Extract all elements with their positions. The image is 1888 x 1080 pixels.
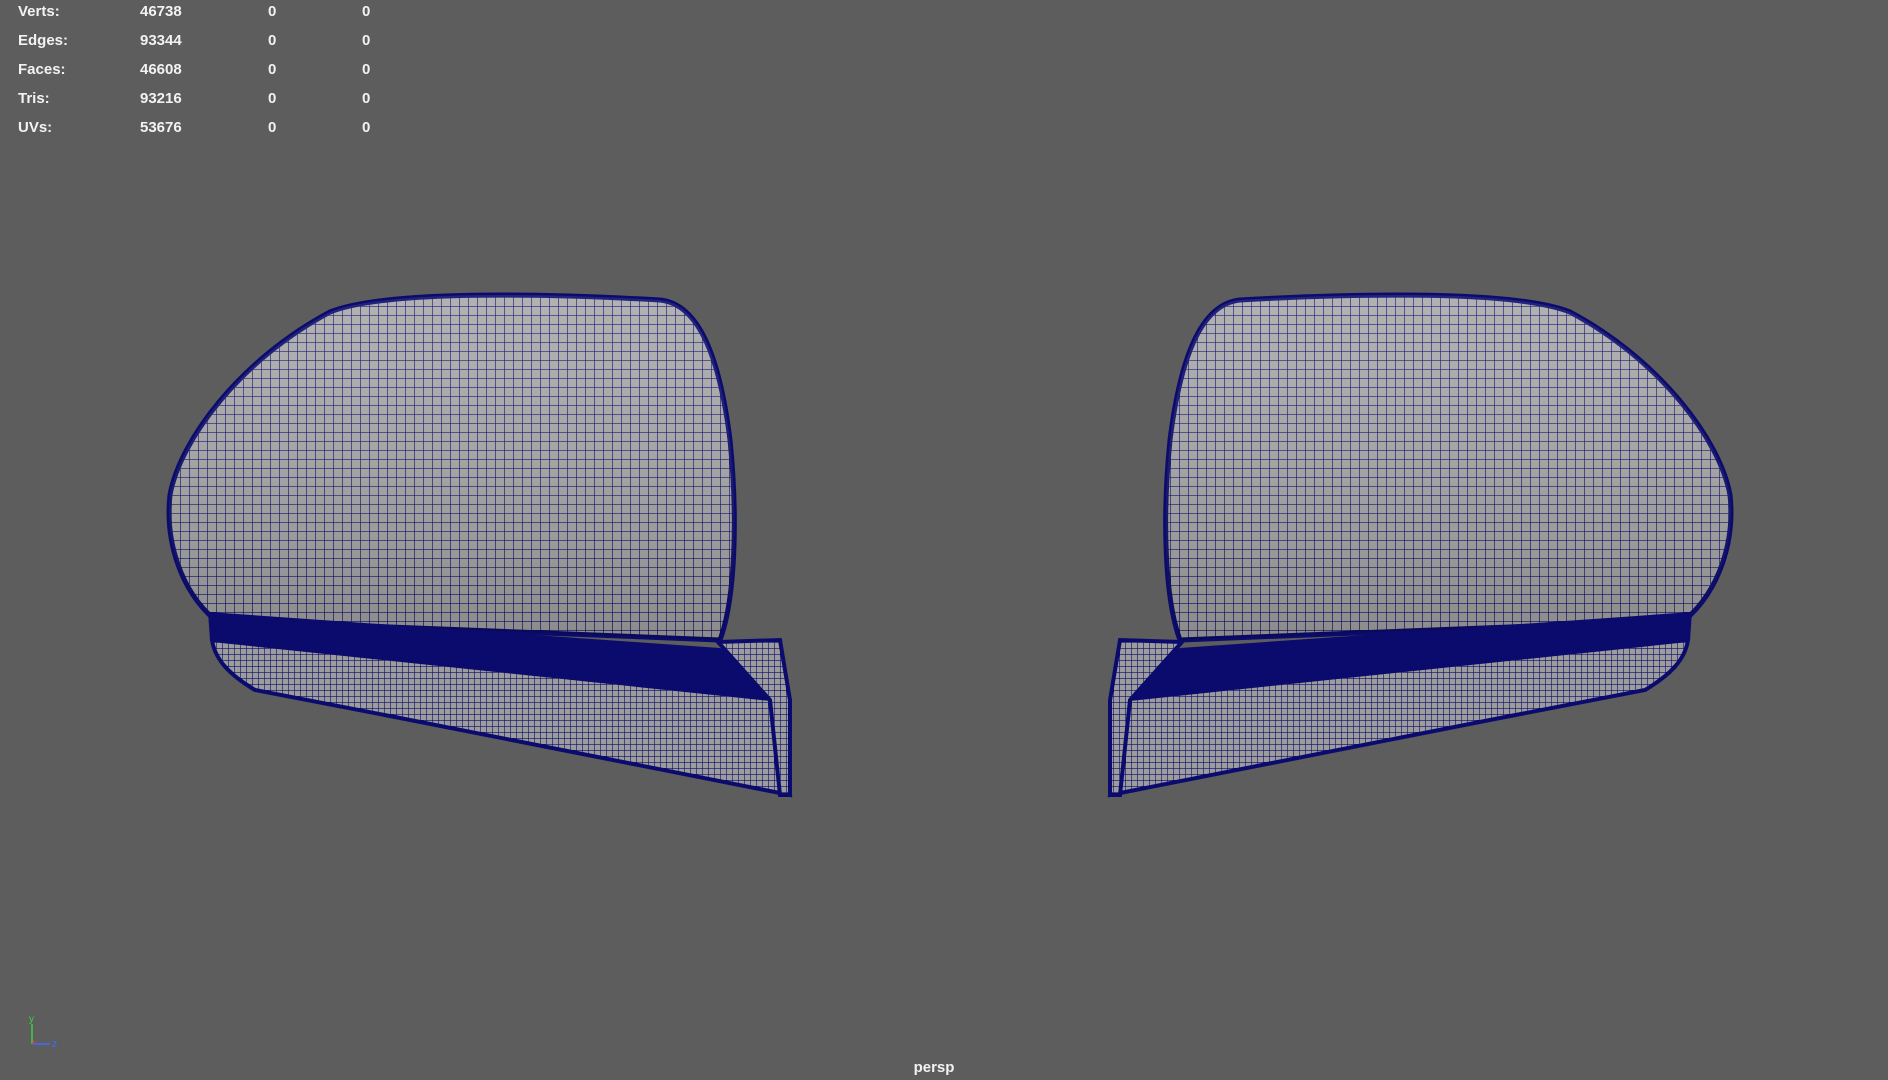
axis-gizmo-icon: y z	[29, 1014, 57, 1050]
hud-label: UVs:	[18, 119, 53, 136]
hud-label: Tris:	[18, 90, 50, 107]
hud-component: 0	[362, 90, 371, 107]
hud-row-tris: Tris: 93216 0 0	[0, 91, 420, 111]
camera-name-label: persp	[913, 1059, 955, 1076]
hud-row-edges: Edges: 93344 0 0	[0, 33, 420, 53]
hud-row-verts: Verts: 46738 0 0	[0, 4, 420, 24]
hud-selected: 0	[268, 3, 277, 20]
hud-count: 93344	[140, 32, 182, 49]
hud-count: 53676	[140, 119, 182, 136]
hud-count: 46738	[140, 3, 182, 20]
hud-component: 0	[362, 3, 371, 20]
mirror-right[interactable]	[1107, 292, 1734, 798]
hud-label: Edges:	[18, 32, 69, 49]
hud-count: 46608	[140, 61, 182, 78]
z-axis-label: z	[52, 1039, 57, 1050]
hud-label: Faces:	[18, 61, 66, 78]
hud-row-uvs: UVs: 53676 0 0	[0, 120, 420, 140]
hud-selected: 0	[268, 119, 277, 136]
hud-selected: 0	[268, 61, 277, 78]
mirror-left[interactable]	[166, 292, 793, 798]
maya-viewport[interactable]: Verts: 46738 0 0 Edges: 93344 0 0 Faces:…	[0, 0, 1888, 1080]
y-axis-label: y	[29, 1014, 34, 1025]
hud-label: Verts:	[18, 3, 60, 20]
hud-row-faces: Faces: 46608 0 0	[0, 62, 420, 82]
hud-component: 0	[362, 119, 371, 136]
hud-selected: 0	[268, 32, 277, 49]
hud-component: 0	[362, 61, 371, 78]
hud-component: 0	[362, 32, 371, 49]
mesh-canvas[interactable]	[0, 0, 1888, 1080]
hud-selected: 0	[268, 90, 277, 107]
hud-count: 93216	[140, 90, 182, 107]
